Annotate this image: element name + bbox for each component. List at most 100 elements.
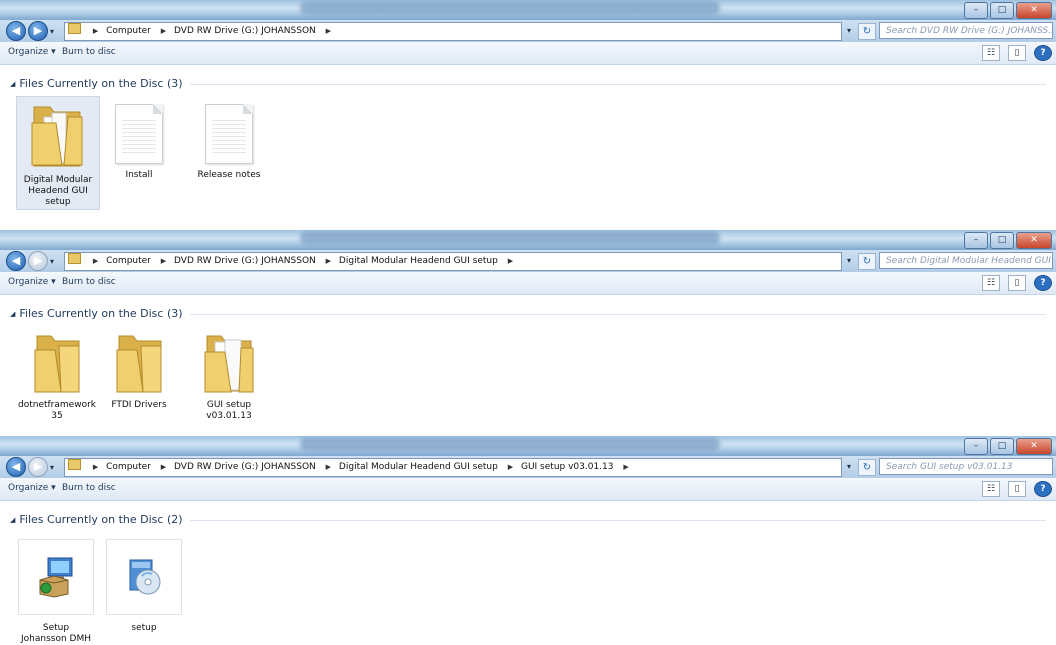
views-icon[interactable]: ☷: [982, 275, 1000, 291]
drive-icon: [68, 23, 81, 34]
burn-to-disc-button[interactable]: Burn to disc: [62, 47, 116, 57]
file-item-label: setup: [131, 623, 157, 633]
file-item-folder[interactable]: dotnetframework 35: [16, 326, 98, 430]
address-bar[interactable]: ▶ Computer ▶ DVD RW Drive (G:) JOHANSSON…: [64, 252, 842, 271]
help-icon[interactable]: ?: [1034, 45, 1052, 61]
collapse-icon[interactable]: ◢: [10, 80, 15, 88]
title-bar[interactable]: – □ ✕: [0, 436, 1056, 456]
file-item-label: dotnetframework 35: [18, 400, 96, 421]
group-divider: [190, 84, 1046, 85]
file-item-label: GUI setup v03.01.13: [206, 400, 252, 421]
address-row: ◀ ▶ ▾ ▶ Computer ▶ DVD RW Drive (G:) JOH…: [0, 20, 1056, 42]
breadcrumb-item[interactable]: Digital Modular Headend GUI setup: [339, 256, 498, 266]
recent-pages-dropdown[interactable]: ▾: [50, 463, 58, 472]
address-bar[interactable]: ▶ Computer ▶ DVD RW Drive (G:) JOHANSSON…: [64, 22, 842, 41]
recent-pages-dropdown[interactable]: ▾: [50, 27, 58, 36]
organize-menu[interactable]: Organize ▾: [8, 47, 56, 57]
folder-icon: [68, 253, 81, 264]
command-bar: Organize ▾ Burn to disc ☷ ▯ ?: [0, 42, 1056, 65]
installer-package-icon: [39, 557, 73, 598]
group-header[interactable]: ◢ Files Currently on the Disc (3): [10, 307, 183, 320]
explorer-window-3: – □ ✕ ◀ ▶ ▾ ▶ Computer ▶ DVD RW Drive (G…: [0, 436, 1056, 644]
group-header[interactable]: ◢ Files Currently on the Disc (2): [10, 513, 183, 526]
forward-arrow-icon[interactable]: ▶: [28, 251, 48, 271]
close-button[interactable]: ✕: [1016, 438, 1052, 455]
burn-to-disc-button[interactable]: Burn to disc: [62, 483, 116, 493]
maximize-button[interactable]: □: [990, 438, 1014, 455]
views-icon[interactable]: ☷: [982, 45, 1000, 61]
file-item-setup[interactable]: setup: [106, 539, 182, 633]
breadcrumb-item[interactable]: Computer: [106, 26, 151, 36]
maximize-button[interactable]: □: [990, 232, 1014, 249]
search-input[interactable]: Search DVD RW Drive (G:) JOHANSS...: [879, 22, 1053, 39]
preview-pane-icon[interactable]: ▯: [1008, 275, 1026, 291]
setup-disc-icon: [129, 559, 161, 595]
collapse-icon[interactable]: ◢: [10, 310, 15, 318]
address-bar[interactable]: ▶ Computer ▶ DVD RW Drive (G:) JOHANSSON…: [64, 458, 842, 477]
text-document-icon: [115, 104, 163, 164]
back-arrow-icon[interactable]: ◀: [6, 457, 26, 477]
refresh-icon[interactable]: ↻: [858, 23, 876, 40]
folder-icon: [116, 335, 162, 393]
organize-menu[interactable]: Organize ▾: [8, 277, 56, 287]
file-item-label: Setup Johansson DMH: [21, 623, 91, 644]
group-header[interactable]: ◢ Files Currently on the Disc (3): [10, 77, 183, 90]
preview-pane-icon[interactable]: ▯: [1008, 481, 1026, 497]
breadcrumb-item[interactable]: DVD RW Drive (G:) JOHANSSON: [174, 462, 316, 472]
command-bar: Organize ▾ Burn to disc ☷ ▯ ?: [0, 478, 1056, 501]
back-arrow-icon[interactable]: ◀: [6, 251, 26, 271]
file-item-folder[interactable]: Digital Modular Headend GUI setup: [16, 96, 100, 210]
folder-icon: [34, 335, 80, 393]
file-item-label: Install: [125, 170, 153, 180]
breadcrumb-item[interactable]: DVD RW Drive (G:) JOHANSSON: [174, 26, 316, 36]
refresh-icon[interactable]: ↻: [858, 459, 876, 476]
views-icon[interactable]: ☷: [982, 481, 1000, 497]
refresh-icon[interactable]: ↻: [858, 253, 876, 270]
address-row: ◀ ▶ ▾ ▶ Computer ▶ DVD RW Drive (G:) JOH…: [0, 250, 1056, 272]
collapse-icon[interactable]: ◢: [10, 516, 15, 524]
minimize-button[interactable]: –: [964, 2, 988, 19]
file-item-installer[interactable]: Setup Johansson DMH: [18, 539, 94, 644]
breadcrumb-item[interactable]: DVD RW Drive (G:) JOHANSSON: [174, 256, 316, 266]
address-row: ◀ ▶ ▾ ▶ Computer ▶ DVD RW Drive (G:) JOH…: [0, 456, 1056, 478]
minimize-button[interactable]: –: [964, 438, 988, 455]
help-icon[interactable]: ?: [1034, 481, 1052, 497]
close-button[interactable]: ✕: [1016, 2, 1052, 19]
address-dropdown[interactable]: ▾: [843, 459, 855, 474]
explorer-window-1: – □ ✕ ◀ ▶ ▾ ▶ Computer ▶ DVD RW Drive (G…: [0, 0, 1056, 218]
folder-open-icon: [31, 106, 83, 167]
preview-pane-icon[interactable]: ▯: [1008, 45, 1026, 61]
search-input[interactable]: Search GUI setup v03.01.13: [879, 458, 1053, 475]
maximize-button[interactable]: □: [990, 2, 1014, 19]
forward-arrow-icon[interactable]: ▶: [28, 457, 48, 477]
file-item-document[interactable]: Release notes: [188, 96, 270, 196]
recent-pages-dropdown[interactable]: ▾: [50, 257, 58, 266]
text-document-icon: [205, 104, 253, 164]
search-input[interactable]: Search Digital Modular Headend GUI ...: [879, 252, 1053, 269]
file-item-label: FTDI Drivers: [111, 400, 167, 410]
forward-arrow-icon[interactable]: ▶: [28, 21, 48, 41]
explorer-window-2: – □ ✕ ◀ ▶ ▾ ▶ Computer ▶ DVD RW Drive (G…: [0, 230, 1056, 430]
file-item-folder[interactable]: GUI setup v03.01.13: [188, 326, 270, 430]
folder-icon: [68, 459, 81, 470]
breadcrumb-item[interactable]: Computer: [106, 256, 151, 266]
close-button[interactable]: ✕: [1016, 232, 1052, 249]
command-bar: Organize ▾ Burn to disc ☷ ▯ ?: [0, 272, 1056, 295]
address-dropdown[interactable]: ▾: [843, 253, 855, 268]
breadcrumb-item[interactable]: GUI setup v03.01.13: [521, 462, 614, 472]
breadcrumb-item[interactable]: Computer: [106, 462, 151, 472]
file-item-document[interactable]: Install: [98, 96, 180, 196]
help-icon[interactable]: ?: [1034, 275, 1052, 291]
burn-to-disc-button[interactable]: Burn to disc: [62, 277, 116, 287]
organize-menu[interactable]: Organize ▾: [8, 483, 56, 493]
breadcrumb-item[interactable]: Digital Modular Headend GUI setup: [339, 462, 498, 472]
back-arrow-icon[interactable]: ◀: [6, 21, 26, 41]
title-bar[interactable]: – □ ✕: [0, 0, 1056, 20]
folder-open-icon: [204, 335, 254, 393]
minimize-button[interactable]: –: [964, 232, 988, 249]
group-divider: [190, 314, 1046, 315]
title-bar[interactable]: – □ ✕: [0, 230, 1056, 250]
group-divider: [190, 520, 1046, 521]
address-dropdown[interactable]: ▾: [843, 23, 855, 38]
file-item-folder[interactable]: FTDI Drivers: [98, 326, 180, 430]
